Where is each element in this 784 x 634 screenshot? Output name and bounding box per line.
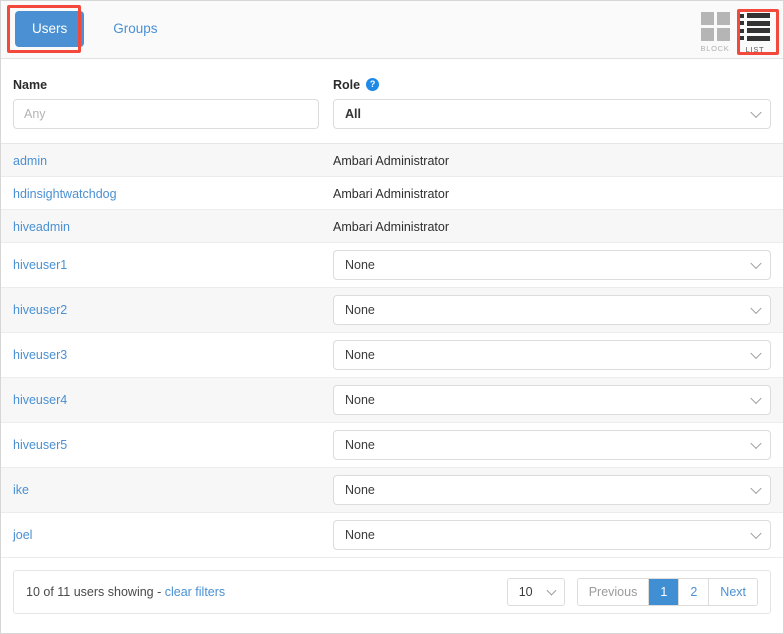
user-name-link[interactable]: joel (13, 528, 319, 542)
table-row: hiveuser1 None (1, 243, 783, 288)
user-role-select[interactable]: None (333, 430, 771, 460)
filter-role-label: Role (333, 77, 361, 92)
table-footer: 10 of 11 users showing - clear filters 1… (13, 570, 771, 614)
user-role-select-value: None (345, 348, 375, 362)
view-mode-block-label: BLOCK (700, 44, 730, 53)
user-name-link[interactable]: hiveadmin (13, 210, 319, 234)
filter-role-select-value: All (345, 107, 361, 121)
user-name-link[interactable]: ike (13, 483, 319, 497)
search-name-input[interactable] (13, 99, 319, 129)
view-mode-list-label: LIST (745, 44, 765, 54)
pager-button-1[interactable]: 1 (649, 579, 680, 605)
user-role-select-value: None (345, 483, 375, 497)
user-role-cell: Ambari Administrator (333, 177, 771, 201)
tab-users-label: Users (32, 21, 68, 36)
user-role-select-value: None (345, 393, 375, 407)
table-row: hiveadmin Ambari Administrator (1, 210, 783, 243)
user-name-link[interactable]: admin (13, 144, 319, 168)
user-role-select[interactable]: None (333, 385, 771, 415)
page-size-value: 10 (518, 585, 533, 599)
user-name-link[interactable]: hiveuser3 (13, 348, 319, 362)
user-role-select[interactable]: None (333, 340, 771, 370)
table-row: admin Ambari Administrator (1, 144, 783, 177)
user-role-select-value: None (345, 303, 375, 317)
user-role-cell: None (333, 385, 771, 415)
users-management-page: Users Groups BLOCK LIST Name Any Role ? … (0, 0, 784, 634)
user-name-link[interactable]: hdinsightwatchdog (13, 177, 319, 201)
user-role-cell: None (333, 475, 771, 505)
user-role-cell: None (333, 340, 771, 370)
user-role-text: Ambari Administrator (333, 154, 450, 168)
filter-role-group: Role ? All (333, 77, 771, 129)
chevron-down-icon (750, 527, 762, 540)
table-row: hiveuser3 None (1, 333, 783, 378)
user-role-select[interactable]: None (333, 520, 771, 550)
tab-groups[interactable]: Groups (96, 11, 174, 47)
user-role-select[interactable]: None (333, 295, 771, 325)
list-icon (740, 12, 770, 42)
user-name-link[interactable]: hiveuser2 (13, 303, 319, 317)
help-circle-icon[interactable]: ? (366, 78, 380, 91)
user-role-select[interactable]: None (333, 250, 771, 280)
user-name-link[interactable]: hiveuser4 (13, 393, 319, 407)
pager-button-next[interactable]: Next (709, 579, 757, 605)
user-name-link[interactable]: hiveuser1 (13, 258, 319, 272)
user-role-cell: None (333, 295, 771, 325)
tab-users[interactable]: Users (15, 11, 85, 47)
filter-role-label-wrap: Role ? (333, 77, 771, 92)
table-row: hiveuser2 None (1, 288, 783, 333)
user-role-select-value: None (345, 258, 375, 272)
view-mode-toggle: BLOCK LIST (695, 11, 775, 54)
user-role-text: Ambari Administrator (333, 187, 450, 201)
filter-bar: Name Role ? All (1, 59, 783, 129)
clear-filters-link[interactable]: clear filters (165, 585, 225, 599)
table-row: hiveuser4 None (1, 378, 783, 423)
chevron-down-icon (750, 437, 762, 450)
tab-groups-label: Groups (113, 21, 158, 36)
filter-role-select[interactable]: All (333, 99, 771, 129)
filter-name-group: Name (13, 77, 319, 129)
chevron-down-icon (750, 106, 762, 119)
table-row: hdinsightwatchdog Ambari Administrator (1, 177, 783, 210)
user-role-cell: Ambari Administrator (333, 144, 771, 168)
chevron-down-icon (750, 347, 762, 360)
filter-name-label: Name (13, 77, 48, 92)
results-status: 10 of 11 users showing - clear filters (26, 585, 225, 599)
user-role-cell: None (333, 430, 771, 460)
table-row: ike None (1, 468, 783, 513)
chevron-down-icon (546, 585, 557, 596)
top-bar: Users Groups BLOCK LIST (1, 1, 783, 59)
pager: Previous 1 2 Next (576, 578, 758, 606)
users-table: admin Ambari Administrator hdinsightwatchd… (1, 143, 783, 558)
pager-button-2[interactable]: 2 (679, 579, 710, 605)
grid-icon (700, 12, 730, 41)
view-mode-block[interactable]: BLOCK (695, 11, 735, 53)
user-role-cell: Ambari Administrator (333, 210, 771, 234)
table-row: hiveuser5 None (1, 423, 783, 468)
user-role-select-value: None (345, 528, 375, 542)
page-size-select[interactable]: 10 (506, 578, 565, 606)
tab-bar: Users Groups (15, 11, 175, 47)
table-row: joel None (1, 513, 783, 558)
results-count-text: 10 of 11 users showing - (26, 585, 165, 599)
user-name-link[interactable]: hiveuser5 (13, 438, 319, 452)
pagination-controls: 10 Previous 1 2 Next (506, 578, 758, 606)
user-role-cell: None (333, 250, 771, 280)
user-role-cell: None (333, 520, 771, 550)
view-mode-list[interactable]: LIST (735, 11, 775, 54)
chevron-down-icon (750, 392, 762, 405)
pager-button-previous: Previous (577, 579, 650, 605)
user-role-text: Ambari Administrator (333, 220, 450, 234)
user-role-select-value: None (345, 438, 375, 452)
user-role-select[interactable]: None (333, 475, 771, 505)
chevron-down-icon (750, 257, 762, 270)
chevron-down-icon (750, 482, 762, 495)
chevron-down-icon (750, 302, 762, 315)
